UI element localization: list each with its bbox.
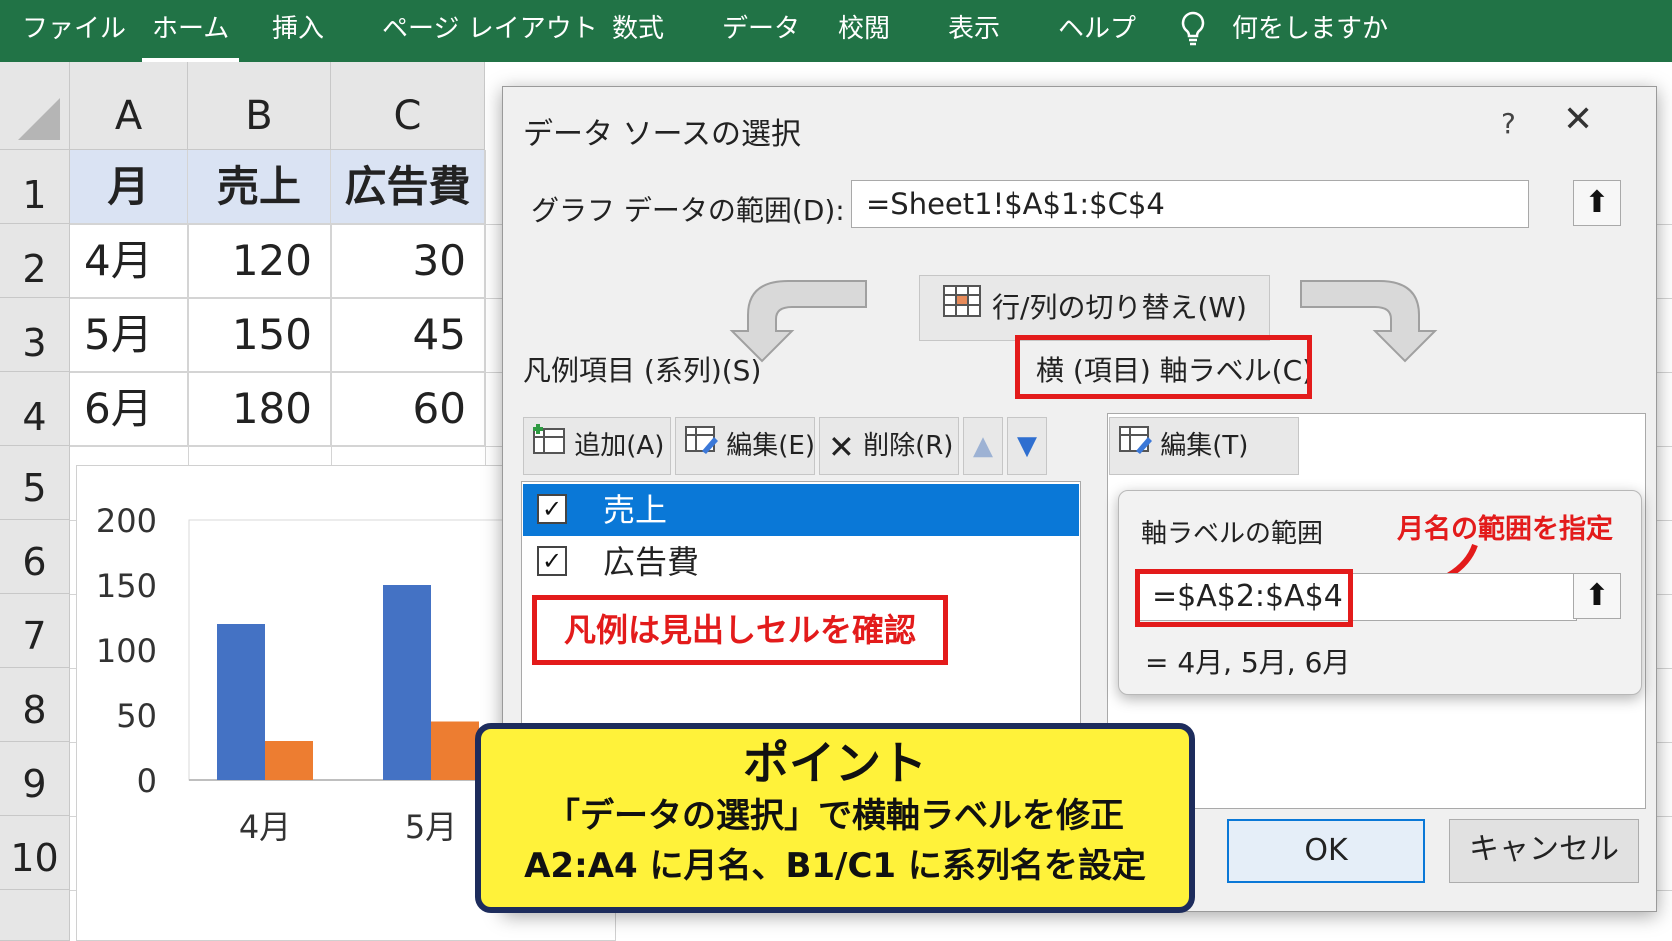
- row-header-6[interactable]: 6: [0, 520, 70, 594]
- cell-b1[interactable]: 売上: [188, 150, 331, 224]
- edit-series-label: 編集(E): [726, 431, 815, 461]
- move-down-button[interactable]: ▼: [1007, 417, 1047, 475]
- close-button[interactable]: ✕: [1563, 99, 1593, 140]
- tab-file[interactable]: ファイル: [22, 0, 126, 58]
- point-title: ポイント: [743, 736, 927, 790]
- collapse-range-button[interactable]: ⬆: [1573, 180, 1621, 226]
- cell-c4[interactable]: 60: [331, 372, 485, 446]
- chart-data-range-input[interactable]: =Sheet1!$A$1:$C$4: [851, 180, 1529, 228]
- cell-b2[interactable]: 120: [188, 224, 331, 298]
- col-header-a[interactable]: A: [70, 62, 188, 150]
- row-header-1[interactable]: 1: [0, 150, 70, 224]
- move-up-button[interactable]: ▲: [963, 417, 1003, 475]
- cell-c2[interactable]: 30: [331, 224, 485, 298]
- legend-note-text: 凡例は見出しセルを確認: [563, 611, 916, 649]
- col-header-c[interactable]: C: [331, 62, 485, 150]
- tab-home[interactable]: ホーム: [142, 0, 240, 62]
- bar: [265, 741, 313, 780]
- x-tick-label: 5月: [405, 808, 457, 846]
- help-button[interactable]: ?: [1501, 107, 1516, 140]
- series-name-ad-cost: 広告費: [603, 543, 700, 581]
- edit-axis-labels-button[interactable]: 編集(T): [1109, 417, 1299, 475]
- point-line-1: 「データの選択」で横軸ラベルを修正: [546, 796, 1124, 836]
- switch-row-column-label: 行/列の切り替え(W): [992, 291, 1247, 324]
- switch-row-column-button[interactable]: 行/列の切り替え(W): [919, 275, 1270, 341]
- series-item-sales[interactable]: ✓ 売上: [523, 484, 1079, 536]
- tab-data[interactable]: データ: [722, 0, 800, 58]
- point-note-box: ポイント 「データの選択」で横軸ラベルを修正 A2:A4 に月名、B1/C1 に…: [475, 723, 1195, 913]
- col-header-b[interactable]: B: [188, 62, 331, 150]
- row-header-2[interactable]: 2: [0, 224, 70, 298]
- triangle-down-icon: ▼: [1017, 431, 1037, 461]
- edit-series-button[interactable]: 編集(E): [675, 417, 815, 475]
- add-series-label: 追加(A): [574, 431, 665, 461]
- cell-a1[interactable]: 月: [70, 150, 188, 224]
- tab-page-layout[interactable]: ページ レイアウト: [382, 0, 598, 58]
- axis-label-range-popup: 軸ラベルの範囲 月名の範囲を指定 =$A$2:$A$4 ⬆ = 4月, 5月, …: [1118, 490, 1642, 695]
- add-table-icon: [532, 419, 566, 475]
- point-line-2: A2:A4 に月名、B1/C1 に系列名を設定: [524, 846, 1146, 886]
- checkbox-ad-cost[interactable]: ✓: [537, 546, 567, 576]
- axis-label-highlight-box: [1015, 335, 1312, 399]
- ok-button[interactable]: OK: [1227, 819, 1425, 883]
- bar: [431, 721, 479, 780]
- y-tick-label: 0: [137, 762, 157, 800]
- cell-a2[interactable]: 4月: [70, 224, 188, 298]
- series-name-sales: 売上: [603, 491, 668, 529]
- dialog-title: データ ソースの選択: [523, 117, 802, 152]
- select-all-triangle-icon: [18, 98, 60, 140]
- row-header-4[interactable]: 4: [0, 372, 70, 446]
- tab-help[interactable]: ヘルプ: [1058, 0, 1136, 58]
- cell-a4[interactable]: 6月: [70, 372, 188, 446]
- legend-note-box: 凡例は見出しセルを確認: [532, 595, 948, 665]
- switch-grid-icon: [942, 277, 982, 341]
- cell-c1[interactable]: 広告費: [331, 150, 485, 224]
- axis-label-range-title: 軸ラベルの範囲: [1141, 519, 1324, 549]
- row-header-3[interactable]: 3: [0, 298, 70, 372]
- bar: [383, 585, 431, 780]
- cell-b4[interactable]: 180: [188, 372, 331, 446]
- cell-c3[interactable]: 45: [331, 298, 485, 372]
- add-series-button[interactable]: 追加(A): [523, 417, 671, 475]
- series-item-ad-cost[interactable]: ✓ 広告費: [523, 536, 1079, 588]
- cell-b3[interactable]: 150: [188, 298, 331, 372]
- row-header-11[interactable]: [0, 890, 70, 941]
- upload-arrow-icon: ⬆: [1584, 578, 1610, 613]
- row-header-7[interactable]: 7: [0, 594, 70, 668]
- cancel-button[interactable]: キャンセル: [1449, 819, 1639, 883]
- upload-arrow-icon: ⬆: [1584, 185, 1610, 220]
- cell-a3[interactable]: 5月: [70, 298, 188, 372]
- tab-review[interactable]: 校閲: [838, 0, 890, 58]
- x-tick-label: 4月: [239, 808, 291, 846]
- tab-insert[interactable]: 挿入: [272, 0, 324, 58]
- triangle-up-icon: ▲: [973, 431, 993, 461]
- delete-series-button[interactable]: ✕ 削除(R): [819, 417, 959, 475]
- y-tick-label: 150: [96, 567, 157, 605]
- edit-table-icon: [1118, 419, 1152, 475]
- delete-x-icon: ✕: [828, 427, 855, 466]
- tab-formulas[interactable]: 数式: [612, 0, 664, 58]
- y-tick-label: 50: [116, 697, 157, 735]
- edit-axis-labels-label: 編集(T): [1160, 431, 1249, 461]
- y-tick-label: 100: [96, 632, 157, 670]
- y-tick-label: 200: [96, 502, 157, 540]
- lightbulb-icon: [1178, 10, 1208, 50]
- row-header-5[interactable]: 5: [0, 446, 70, 520]
- tab-view[interactable]: 表示: [948, 0, 1000, 58]
- curved-arrow-right-icon: [1300, 280, 1438, 363]
- collapse-axis-range-button[interactable]: ⬆: [1573, 573, 1621, 619]
- chart-data-range-label: グラフ データの範囲(D):: [531, 194, 845, 227]
- checkbox-sales[interactable]: ✓: [537, 494, 567, 524]
- ribbon: ファイル ホーム 挿入 ページ レイアウト 数式 データ 校閲 表示 ヘルプ 何…: [0, 0, 1672, 62]
- range-highlight-box: [1135, 569, 1353, 627]
- row-header-10[interactable]: 10: [0, 816, 70, 890]
- tell-me-search[interactable]: 何をしますか: [1232, 0, 1388, 58]
- row-header-8[interactable]: 8: [0, 668, 70, 742]
- delete-series-label: 削除(R): [863, 431, 954, 461]
- row-header-9[interactable]: 9: [0, 742, 70, 816]
- edit-table-icon: [684, 419, 718, 475]
- legend-entries-label: 凡例項目 (系列)(S): [523, 354, 762, 387]
- bar: [217, 624, 265, 780]
- axis-label-preview: = 4月, 5月, 6月: [1145, 646, 1351, 679]
